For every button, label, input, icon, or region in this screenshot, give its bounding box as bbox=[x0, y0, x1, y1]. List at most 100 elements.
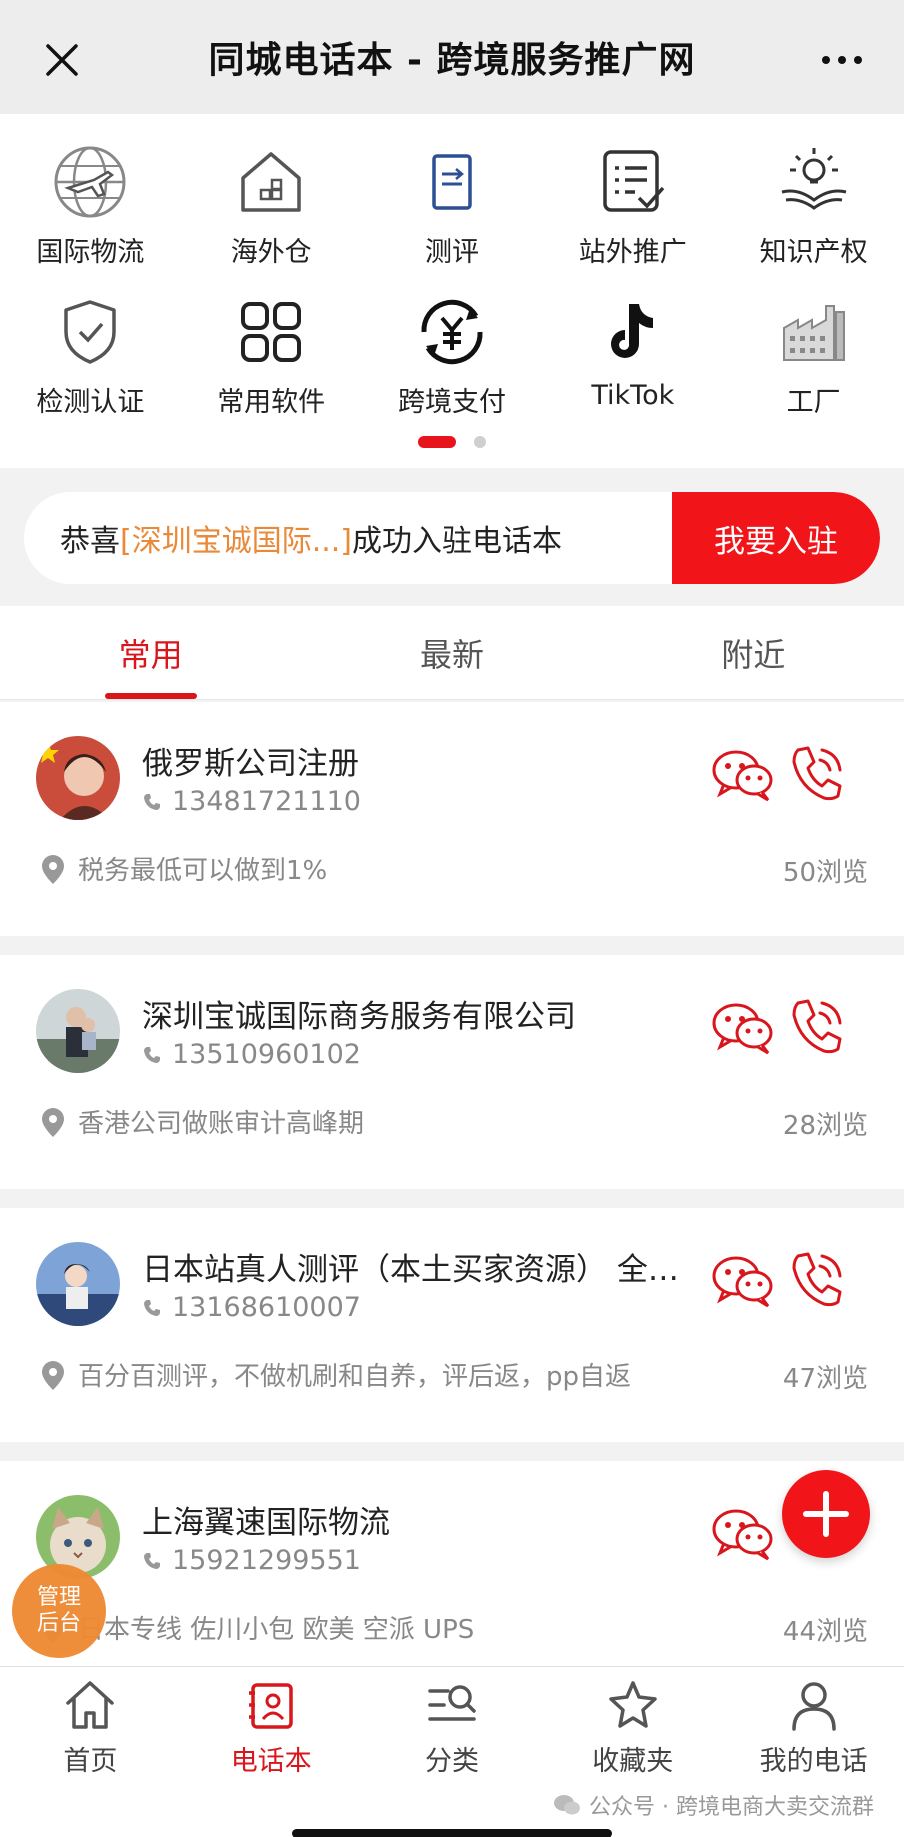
page-title: 同城电话本 - 跨境服务推广网 bbox=[208, 40, 696, 81]
phone-number[interactable]: 13481721110 bbox=[172, 786, 361, 817]
category-offsite-promotion[interactable]: 站外推广 bbox=[542, 142, 723, 292]
listing-phone: 15921299551 bbox=[142, 1545, 361, 1576]
wechat-icon[interactable] bbox=[710, 999, 774, 1055]
category-review[interactable]: 测评 bbox=[362, 142, 543, 292]
category-grid-panel: 国际物流 海外仓 测评 站外推广 知识产权 检测认证 常用软件 跨境支付 Tik… bbox=[0, 114, 904, 468]
phone-number[interactable]: 15921299551 bbox=[172, 1545, 361, 1576]
phone-number[interactable]: 13510960102 bbox=[172, 1039, 361, 1070]
user-icon bbox=[791, 1682, 836, 1731]
location-pin-icon bbox=[42, 1107, 64, 1137]
listing-card[interactable]: 日本站真人测评（本土买家资源） 全… 13168610007 百分百测评，不做机… bbox=[0, 1208, 904, 1442]
category-label: 测评 bbox=[424, 237, 479, 268]
wechat-icon[interactable] bbox=[710, 1252, 774, 1308]
category-cross-border-payment[interactable]: 跨境支付 bbox=[362, 292, 543, 442]
shield-check-icon bbox=[50, 292, 130, 372]
title-bar: 同城电话本 - 跨境服务推广网 bbox=[0, 0, 904, 114]
admin-label: 管理后台 bbox=[36, 1585, 81, 1636]
listing-card[interactable]: 俄罗斯公司注册 13481721110 税务最低可以做到1% 50浏览 bbox=[0, 702, 904, 936]
nav-label: 我的电话 bbox=[759, 1746, 868, 1777]
category-common-software[interactable]: 常用软件 bbox=[181, 292, 362, 442]
star-icon bbox=[609, 1681, 657, 1728]
avatar bbox=[36, 736, 120, 820]
page-indicator bbox=[0, 436, 904, 448]
close-icon[interactable] bbox=[40, 38, 84, 82]
notice-company-highlight: [深圳宝诚国际...] bbox=[120, 524, 353, 559]
call-icon[interactable] bbox=[788, 995, 844, 1055]
nav-category[interactable]: 分类 bbox=[362, 1667, 543, 1783]
document-review-icon bbox=[412, 142, 492, 222]
join-button[interactable]: 我要入驻 bbox=[672, 492, 880, 584]
phone-small-icon bbox=[144, 793, 160, 810]
admin-backend-button[interactable]: 管理后台 bbox=[12, 1564, 106, 1658]
tab-latest[interactable]: 最新 bbox=[301, 606, 602, 699]
description-text: 香港公司做账审计高峰期 bbox=[78, 1109, 365, 1139]
listing-name: 俄罗斯公司注册 bbox=[142, 746, 359, 782]
nav-label: 电话本 bbox=[230, 1746, 312, 1777]
category-label: 工厂 bbox=[786, 387, 841, 418]
more-menu-icon[interactable] bbox=[816, 40, 868, 80]
category-label: 国际物流 bbox=[36, 237, 145, 268]
category-label: 跨境支付 bbox=[397, 387, 506, 418]
notice-prefix: 恭喜 bbox=[60, 524, 120, 559]
category-factory[interactable]: 工厂 bbox=[723, 292, 904, 442]
tab-nearby[interactable]: 附近 bbox=[603, 606, 904, 699]
wechat-icon[interactable] bbox=[710, 746, 774, 802]
home-indicator[interactable] bbox=[292, 1829, 612, 1837]
phone-small-icon bbox=[144, 1299, 160, 1316]
notice-text: 恭喜[深圳宝诚国际...]成功入驻电话本 bbox=[24, 516, 672, 560]
nav-phonebook[interactable]: 电话本 bbox=[181, 1667, 362, 1783]
nav-my-phone[interactable]: 我的电话 bbox=[723, 1667, 904, 1783]
listing-description: 百分百测评，不做机刷和自养，评后返，pp自返 bbox=[40, 1356, 631, 1393]
watermark-text: 公众号 · 跨境电商大卖交流群 bbox=[589, 1795, 874, 1820]
category-testing-certification[interactable]: 检测认证 bbox=[0, 292, 181, 442]
lightbulb-book-icon bbox=[774, 142, 854, 222]
category-tiktok[interactable]: TikTok bbox=[542, 292, 723, 442]
listing-phone: 13510960102 bbox=[142, 1039, 361, 1070]
nav-label: 分类 bbox=[424, 1746, 479, 1777]
call-icon[interactable] bbox=[788, 1248, 844, 1308]
listing-name: 日本站真人测评（本土买家资源） 全… bbox=[142, 1252, 679, 1288]
tab-label: 附近 bbox=[721, 635, 786, 674]
home-icon bbox=[66, 1681, 115, 1729]
call-icon[interactable] bbox=[788, 742, 844, 802]
add-listing-button[interactable] bbox=[782, 1470, 870, 1558]
nav-label: 首页 bbox=[63, 1746, 118, 1777]
page-dot[interactable] bbox=[474, 436, 486, 448]
listing-name: 上海翼速国际物流 bbox=[142, 1505, 390, 1541]
view-count: 44浏览 bbox=[782, 1617, 868, 1647]
listing-name: 深圳宝诚国际商务服务有限公司 bbox=[142, 999, 576, 1035]
category-search-icon bbox=[428, 1685, 476, 1721]
view-count: 47浏览 bbox=[782, 1364, 868, 1394]
checklist-icon bbox=[593, 142, 673, 222]
join-notice-banner: 恭喜[深圳宝诚国际...]成功入驻电话本 我要入驻 bbox=[24, 492, 880, 584]
nav-home[interactable]: 首页 bbox=[0, 1667, 181, 1783]
phone-small-icon bbox=[144, 1046, 160, 1063]
listing-card[interactable]: 深圳宝诚国际商务服务有限公司 13510960102 香港公司做账审计高峰期 2… bbox=[0, 955, 904, 1189]
tab-label: 常用 bbox=[118, 635, 183, 674]
category-intellectual-property[interactable]: 知识产权 bbox=[723, 142, 904, 292]
listing-tabs: 常用 最新 附近 bbox=[0, 606, 904, 700]
tiktok-icon bbox=[593, 292, 673, 372]
category-label: 站外推广 bbox=[578, 237, 687, 268]
description-text: 日本专线 佐川小包 欧美 空派 UPS bbox=[78, 1615, 475, 1645]
avatar bbox=[36, 989, 120, 1073]
nav-favorites[interactable]: 收藏夹 bbox=[542, 1667, 723, 1783]
watermark: 公众号 · 跨境电商大卖交流群 bbox=[553, 1789, 874, 1821]
view-count: 50浏览 bbox=[782, 858, 868, 888]
tab-common[interactable]: 常用 bbox=[0, 606, 301, 699]
category-label: 常用软件 bbox=[217, 387, 326, 418]
category-international-logistics[interactable]: 国际物流 bbox=[0, 142, 181, 292]
location-pin-icon bbox=[42, 1360, 64, 1390]
category-label: 海外仓 bbox=[230, 237, 312, 268]
phone-number[interactable]: 13168610007 bbox=[172, 1292, 361, 1323]
description-text: 税务最低可以做到1% bbox=[78, 856, 328, 886]
phonebook-icon bbox=[249, 1683, 293, 1729]
category-label: TikTok bbox=[591, 380, 675, 411]
listing-description: 税务最低可以做到1% bbox=[40, 850, 327, 887]
wechat-icon[interactable] bbox=[710, 1505, 774, 1561]
category-label: 知识产权 bbox=[759, 237, 868, 268]
description-text: 百分百测评，不做机刷和自养，评后返，pp自返 bbox=[78, 1362, 632, 1392]
listing-card[interactable]: 上海翼速国际物流 15921299551 日本专线 佐川小包 欧美 空派 UPS… bbox=[0, 1461, 904, 1666]
page-dot-active[interactable] bbox=[418, 436, 456, 448]
category-overseas-warehouse[interactable]: 海外仓 bbox=[181, 142, 362, 292]
